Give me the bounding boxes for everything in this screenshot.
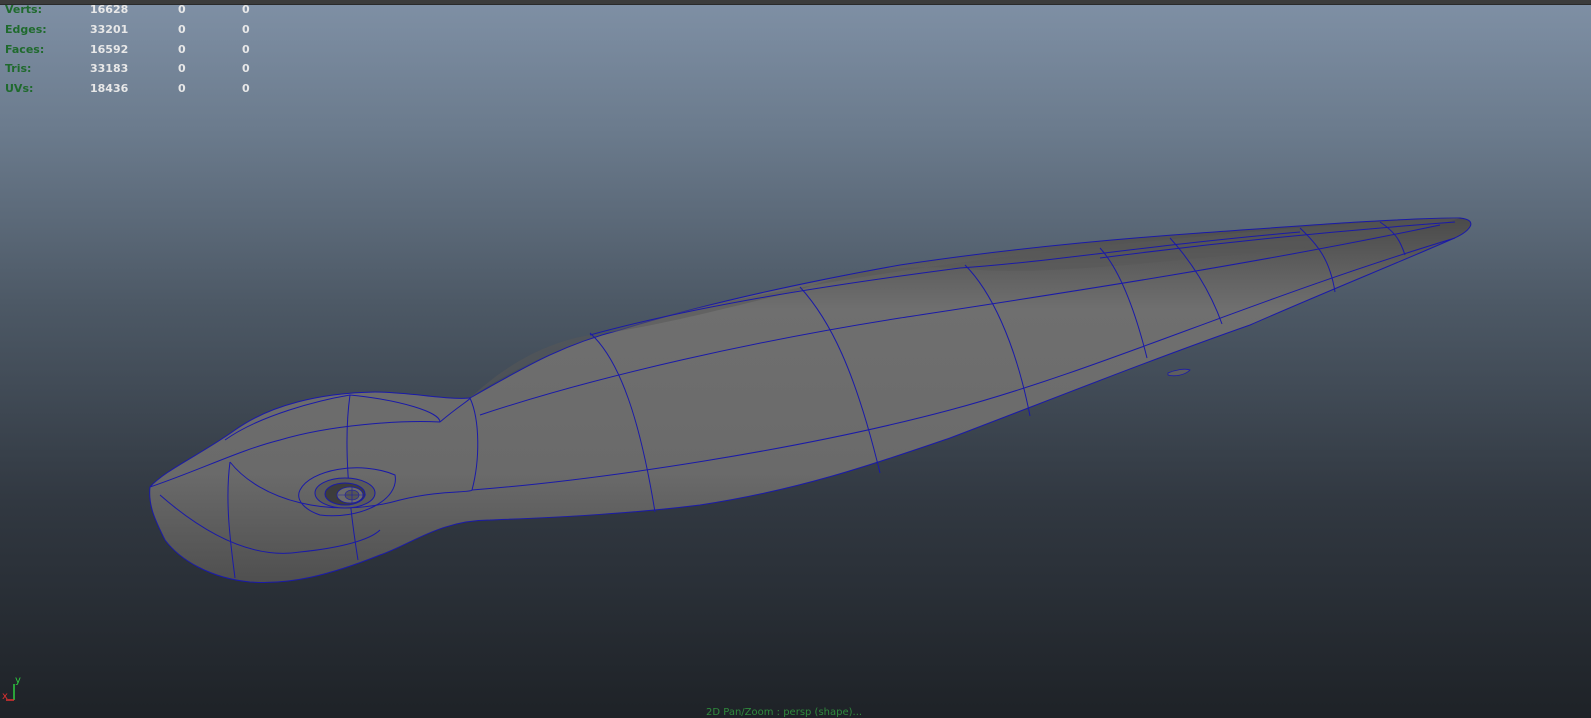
hud-label: Edges: [5,22,47,36]
mesh-fin [1167,368,1191,377]
hud-total: 33201 [90,22,129,36]
hud-selected-2: 0 [242,3,250,16]
hud-total: 16592 [90,42,129,56]
hud-selected-2: 0 [242,42,250,56]
hud-selected: 0 [178,3,186,16]
status-text: 2D Pan/Zoom : persp (shape)... [706,707,863,718]
mesh-body [149,217,1472,583]
hud-label: Tris: [5,62,32,76]
model-mesh[interactable] [0,0,1591,718]
hud-label: Faces: [5,42,45,56]
hud-label: Verts: [5,3,43,16]
hud-selected-2: 0 [242,22,250,36]
axis-x-label: x [2,691,8,702]
hud-selected: 0 [178,82,186,96]
hud-selected: 0 [178,22,186,36]
axis-gizmo-icon: y x [2,676,21,702]
hud-selected: 0 [178,42,186,56]
hud-selected-2: 0 [242,82,250,96]
hud-selected: 0 [178,62,186,76]
3d-viewport[interactable]: Verts: 16628 0 0 Edges: 33201 0 0 Faces:… [0,0,1591,718]
hud-label: UVs: [5,82,34,96]
axis-y-label: y [15,676,21,686]
model-eye-detail [314,477,376,509]
hud-total: 33183 [90,62,129,76]
hud-total: 16628 [90,3,129,16]
hud-total: 18436 [90,82,129,96]
hud-selected-2: 0 [242,62,250,76]
